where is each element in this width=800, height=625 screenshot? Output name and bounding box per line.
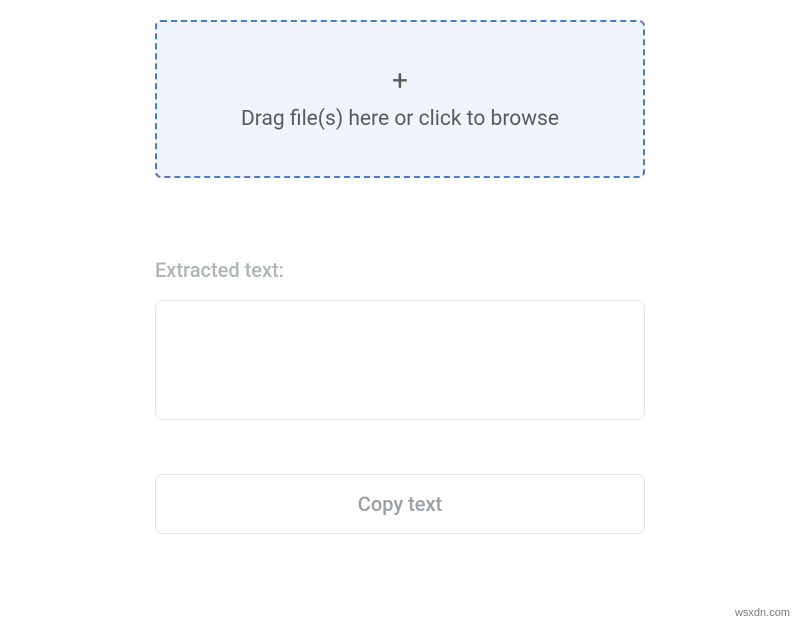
dropzone-instruction: Drag file(s) here or click to browse	[241, 107, 559, 131]
copy-text-button[interactable]: Copy text	[155, 474, 645, 534]
extracted-text-output[interactable]	[155, 300, 645, 420]
extracted-text-label: Extracted text:	[155, 258, 645, 282]
main-container: + Drag file(s) here or click to browse E…	[155, 0, 645, 534]
file-dropzone[interactable]: + Drag file(s) here or click to browse	[155, 20, 645, 178]
plus-icon: +	[392, 67, 408, 95]
watermark-text: wsxdn.com	[735, 607, 790, 619]
